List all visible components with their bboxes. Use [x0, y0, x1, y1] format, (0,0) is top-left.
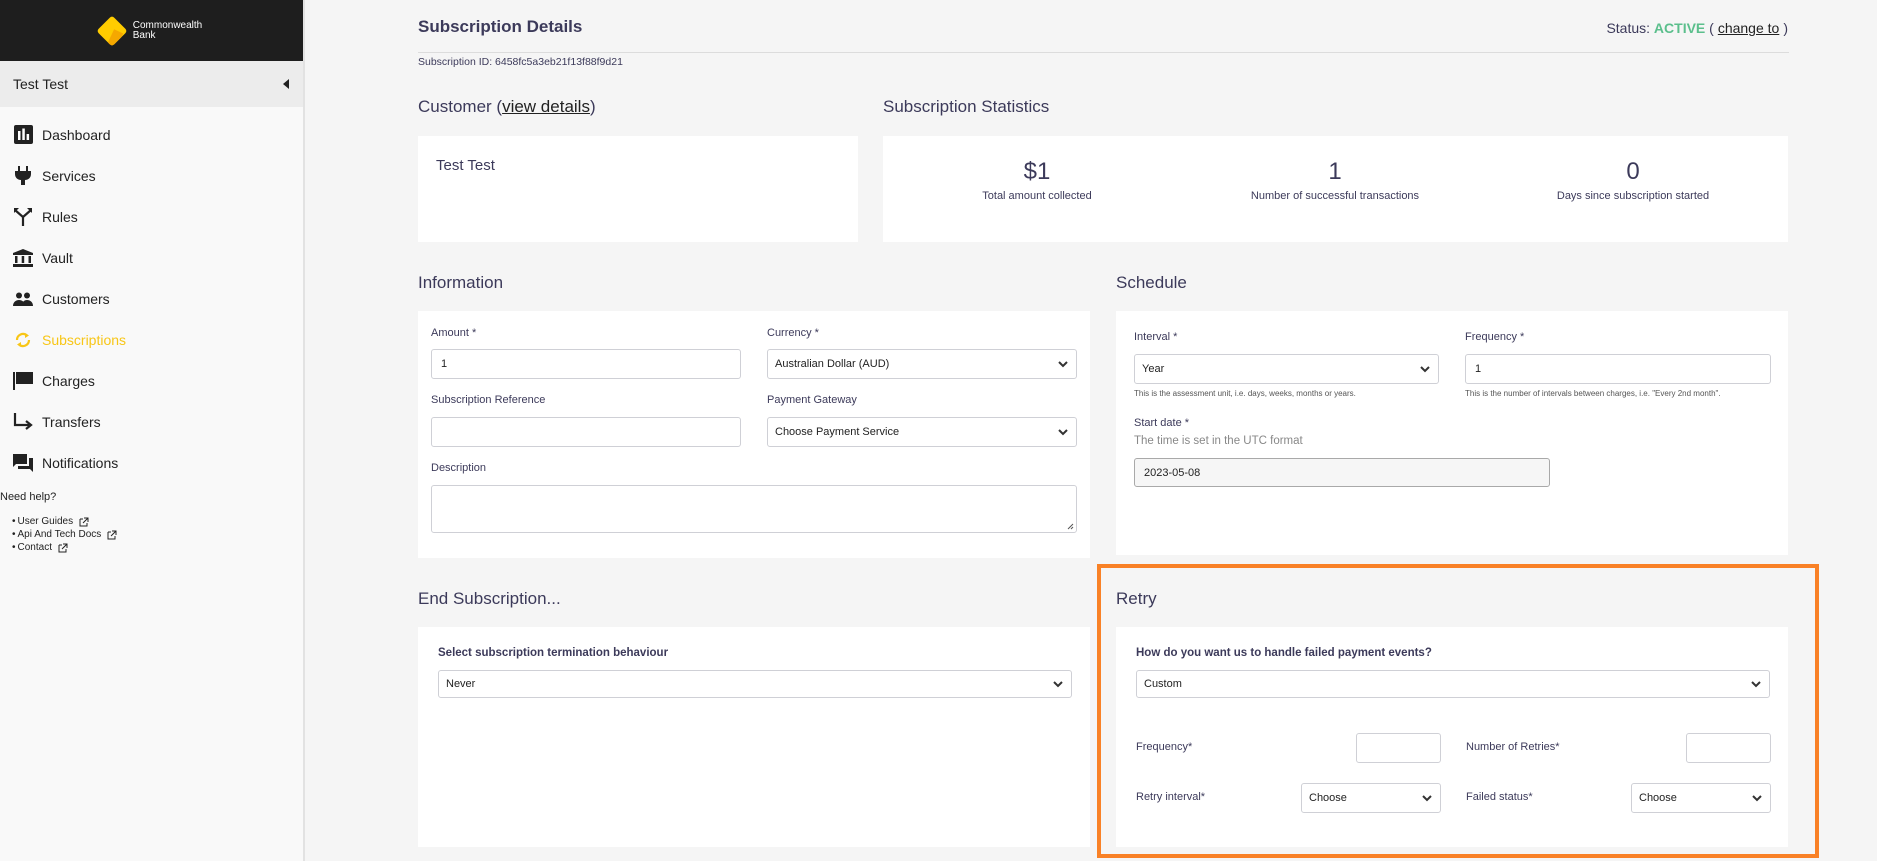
- number-of-retries-input[interactable]: [1686, 733, 1771, 763]
- customer-title-close: ): [589, 97, 596, 116]
- start-date-label: Start date *: [1134, 417, 1190, 429]
- retry-frequency-label: Frequency*: [1136, 741, 1193, 753]
- retry-frequency-input[interactable]: [1356, 733, 1441, 763]
- number-of-retries-label: Number of Retries*: [1466, 741, 1560, 753]
- chevron-down-icon: [1420, 366, 1430, 373]
- customer-section-title: Customer (view details): [418, 97, 596, 117]
- currency-value: Australian Dollar (AUD): [775, 358, 890, 370]
- amount-input[interactable]: 1: [431, 349, 741, 379]
- retry-section-title: Retry: [1116, 589, 1157, 608]
- stat-label: Number of successful transactions: [1250, 190, 1420, 202]
- stat-successful-transactions: 1 Number of successful transactions: [1185, 158, 1485, 202]
- payment-gateway-select[interactable]: Choose Payment Service: [767, 417, 1077, 447]
- termination-label: Select subscription termination behaviou…: [438, 647, 669, 659]
- end-subscription-card: Select subscription termination behaviou…: [418, 627, 1090, 847]
- stat-label: Days since subscription started: [1556, 190, 1710, 202]
- resize-handle-icon[interactable]: [1066, 522, 1074, 530]
- failed-status-label: Failed status*: [1466, 791, 1533, 803]
- subscription-id: Subscription ID: 6458fc5a3eb21f13f88f9d2…: [418, 56, 623, 68]
- failed-status-value: Choose: [1639, 792, 1677, 804]
- frequency-input[interactable]: 1: [1465, 354, 1771, 384]
- status-label: Status:: [1606, 20, 1651, 36]
- stats-section-title: Subscription Statistics: [883, 97, 1050, 116]
- schedule-section-title: Schedule: [1116, 273, 1187, 292]
- currency-label: Currency *: [767, 327, 819, 339]
- retry-mode-value: Custom: [1144, 678, 1182, 690]
- description-label: Description: [431, 462, 487, 474]
- interval-hint: This is the assessment unit, i.e. days, …: [1134, 389, 1356, 398]
- retry-mode-select[interactable]: Custom: [1136, 670, 1770, 698]
- frequency-label: Frequency *: [1465, 331, 1525, 343]
- chevron-down-icon: [1422, 795, 1432, 802]
- customer-title-text: Customer (: [418, 97, 503, 116]
- gateway-label: Payment Gateway: [767, 394, 857, 406]
- stat-value: $1: [1023, 158, 1051, 185]
- chevron-down-icon: [1058, 361, 1068, 368]
- currency-select[interactable]: Australian Dollar (AUD): [767, 349, 1077, 379]
- header-divider: [418, 52, 1789, 53]
- view-details-link[interactable]: view details: [502, 97, 590, 116]
- status-paren-open: (: [1709, 20, 1714, 36]
- interval-value: Year: [1142, 363, 1165, 375]
- schedule-card: Interval * Year This is the assessment u…: [1116, 311, 1788, 555]
- status-paren-close: ): [1783, 20, 1788, 36]
- retry-interval-value: Choose: [1309, 792, 1347, 804]
- chevron-down-icon: [1752, 795, 1762, 802]
- retry-question-label: How do you want us to handle failed paym…: [1136, 647, 1432, 659]
- chevron-down-icon: [1058, 429, 1068, 436]
- interval-select[interactable]: Year: [1134, 354, 1439, 384]
- stat-label: Total amount collected: [982, 190, 1092, 202]
- change-status-link[interactable]: change to: [1718, 20, 1780, 36]
- stats-card: $1 Total amount collected 1 Number of su…: [883, 136, 1788, 242]
- termination-value: Never: [446, 678, 476, 690]
- amount-label: Amount *: [431, 327, 477, 339]
- description-textarea[interactable]: [431, 485, 1077, 533]
- chevron-down-icon: [1053, 681, 1063, 688]
- start-date-input[interactable]: 2023-05-08: [1134, 458, 1550, 487]
- end-subscription-section-title: End Subscription...: [418, 589, 561, 608]
- retry-card: How do you want us to handle failed paym…: [1116, 627, 1788, 847]
- retry-interval-select[interactable]: Choose: [1301, 783, 1441, 813]
- retry-interval-label: Retry interval*: [1136, 791, 1206, 803]
- information-card: Amount * 1 Currency * Australian Dollar …: [418, 311, 1090, 558]
- stat-total-amount: $1 Total amount collected: [887, 158, 1187, 202]
- failed-status-select[interactable]: Choose: [1631, 783, 1771, 813]
- start-date-hint: The time is set in the UTC format: [1134, 435, 1303, 447]
- status-badge: ACTIVE: [1653, 20, 1706, 36]
- interval-label: Interval *: [1134, 331, 1178, 343]
- stat-value: 1: [1328, 158, 1342, 185]
- reference-input[interactable]: [431, 417, 741, 447]
- page-title: Subscription Details: [418, 17, 583, 36]
- gateway-value: Choose Payment Service: [775, 426, 900, 438]
- customer-name: Test Test: [436, 157, 495, 174]
- status-bar: Status: ACTIVE (change to): [1606, 20, 1788, 36]
- frequency-hint: This is the number of intervals between …: [1465, 389, 1721, 398]
- reference-label: Subscription Reference: [431, 394, 546, 406]
- main-content: Subscription Details Status: ACTIVE (cha…: [0, 0, 1877, 861]
- stat-value: 0: [1626, 158, 1640, 185]
- information-section-title: Information: [418, 273, 504, 292]
- customer-card: Test Test: [418, 136, 858, 242]
- chevron-down-icon: [1751, 681, 1761, 688]
- termination-select[interactable]: Never: [438, 670, 1072, 698]
- stat-days-since-start: 0 Days since subscription started: [1483, 158, 1783, 202]
